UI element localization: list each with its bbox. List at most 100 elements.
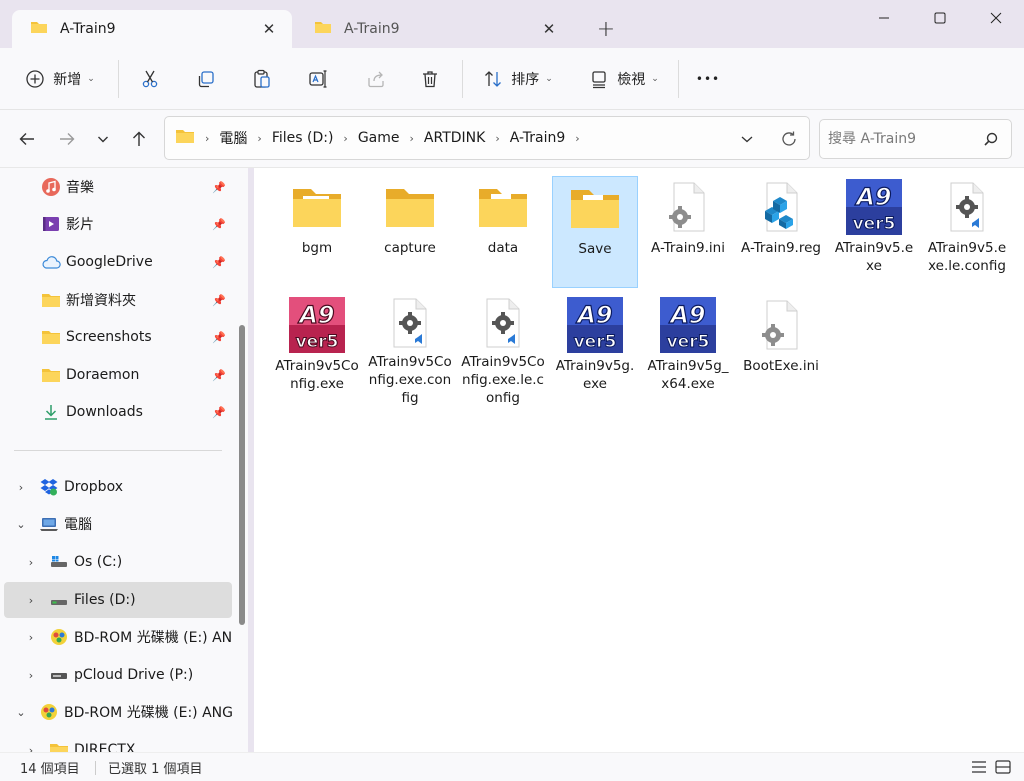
paste-button[interactable] <box>246 62 278 96</box>
chevron-right-icon[interactable]: › <box>22 744 40 753</box>
sidebar-item-googledrive[interactable]: GoogleDrive 📌 <box>4 244 232 280</box>
sidebar-item-pcloud-p[interactable]: › pCloud Drive (P:) <box>4 657 232 693</box>
view-button[interactable]: 檢視 ⌄ <box>584 62 664 96</box>
more-options-button[interactable]: ••• <box>692 62 724 96</box>
minimize-icon <box>879 17 889 19</box>
file-item-atrain9v5-exe-le-config[interactable]: ATrain9v5.exe.le.config <box>924 176 1010 288</box>
up-button[interactable] <box>124 124 154 154</box>
chevron-right-icon[interactable]: › <box>22 631 40 644</box>
file-name: A-Train9.ini <box>651 240 725 256</box>
scrollbar-thumb[interactable] <box>239 325 245 625</box>
view-label: 檢視 <box>617 72 646 88</box>
config-file-icon <box>939 179 995 235</box>
file-item-save[interactable]: Save <box>552 176 638 288</box>
file-item-data[interactable]: data <box>460 176 546 288</box>
rename-button[interactable] <box>302 62 334 96</box>
breadcrumb-item[interactable]: ARTDINK <box>424 130 485 146</box>
address-bar[interactable]: › 電腦 › Files (D:) › Game › ARTDINK › A-T… <box>164 116 810 160</box>
file-item-atrain9v5g-x64-exe[interactable]: A9 ver5 ATrain9v5g_x64.exe <box>645 294 731 406</box>
recent-locations-button[interactable] <box>88 124 118 154</box>
chevron-down-icon: ⌄ <box>545 74 553 84</box>
file-item-atrain9v5config-exe-config[interactable]: ATrain9v5Config.exe.config <box>367 294 453 406</box>
file-item-atrain9v5config-exe-le-config[interactable]: ATrain9v5Config.exe.le.config <box>460 294 546 406</box>
file-item-a-train9-ini[interactable]: A-Train9.ini <box>645 176 731 288</box>
sidebar-item-doraemon[interactable]: Doraemon 📌 <box>4 357 232 393</box>
copy-button[interactable] <box>190 62 222 96</box>
sidebar-item-bdrom-e[interactable]: › BD-ROM 光碟機 (E:) ANG <box>4 619 232 655</box>
pin-icon: 📌 <box>212 294 226 307</box>
file-item-a-train9-reg[interactable]: A-Train9.reg <box>738 176 824 288</box>
chevron-right-icon[interactable]: › <box>22 556 40 569</box>
forward-button[interactable] <box>52 124 82 154</box>
cut-button[interactable] <box>134 62 166 96</box>
sidebar-item-os-c[interactable]: › Os (C:) <box>4 544 232 580</box>
search-box[interactable] <box>819 119 1012 159</box>
close-icon[interactable]: ✕ <box>258 18 280 40</box>
maximize-button[interactable] <box>911 0 969 36</box>
share-button[interactable] <box>360 62 392 96</box>
minimize-button[interactable] <box>855 0 913 36</box>
breadcrumb-item[interactable]: 電腦 <box>219 128 247 148</box>
breadcrumb-separator[interactable]: › <box>257 132 261 145</box>
cloud-icon <box>40 251 62 273</box>
sidebar-item-label: Screenshots <box>66 329 152 345</box>
file-name: ATrain9v5.exe.le.config <box>927 240 1007 274</box>
file-name: ATrain9v5Config.exe <box>275 358 359 392</box>
breadcrumb-separator[interactable]: › <box>495 132 499 145</box>
address-history-button[interactable] <box>736 128 758 150</box>
sidebar-item-label: DIRECTX <box>74 742 136 752</box>
breadcrumb-item[interactable]: Files (D:) <box>272 130 334 146</box>
new-tab-button[interactable]: + <box>592 16 620 42</box>
sidebar-item-screenshots[interactable]: Screenshots 📌 <box>4 319 232 355</box>
registry-file-icon <box>753 179 809 235</box>
selection-count: 已選取 1 個項目 <box>108 762 203 777</box>
breadcrumb-item[interactable]: Game <box>358 130 400 146</box>
sidebar-item-downloads[interactable]: Downloads 📌 <box>4 394 232 430</box>
chevron-down-icon[interactable]: ⌄ <box>12 706 30 719</box>
breadcrumb-separator[interactable]: › <box>410 132 414 145</box>
divider <box>14 450 222 451</box>
close-window-button[interactable] <box>967 0 1024 36</box>
large-icons-view-button[interactable] <box>992 757 1014 777</box>
search-icon[interactable] <box>983 131 999 151</box>
back-button[interactable] <box>12 124 42 154</box>
tab-title: A-Train9 <box>344 21 400 37</box>
sidebar-item-directx[interactable]: › DIRECTX <box>4 732 232 752</box>
file-item-atrain9v5-exe[interactable]: A9 ver5 ATrain9v5.exe <box>831 176 917 288</box>
sidebar-item-files-d[interactable]: › Files (D:) <box>4 582 232 618</box>
search-input[interactable] <box>828 129 978 149</box>
breadcrumb-separator[interactable]: › <box>343 132 347 145</box>
navigation-pane: 音樂 📌 影片 📌 GoogleDrive 📌 新增資料夾 📌 Screensh… <box>0 168 248 752</box>
file-item-atrain9v5config-exe[interactable]: A9 ver5 ATrain9v5Config.exe <box>274 294 360 406</box>
title-bar: A-Train9 ✕ A-Train9 ✕ + <box>0 0 1024 48</box>
close-icon[interactable]: ✕ <box>538 18 560 40</box>
sidebar-item-videos[interactable]: 影片 📌 <box>4 206 232 242</box>
breadcrumb-separator[interactable]: › <box>575 132 579 145</box>
tab-a-train9[interactable]: A-Train9 ✕ <box>296 10 572 48</box>
sidebar-item-music[interactable]: 音樂 📌 <box>4 169 232 205</box>
breadcrumb-item[interactable]: A-Train9 <box>510 130 566 146</box>
delete-button[interactable] <box>414 62 446 96</box>
file-item-bgm[interactable]: bgm <box>274 176 360 288</box>
sidebar-item-new-folder[interactable]: 新增資料夾 📌 <box>4 282 232 318</box>
new-button[interactable]: 新增 ⌄ <box>18 62 102 96</box>
file-item-atrain9v5g-exe[interactable]: A9 ver5 ATrain9v5g.exe <box>552 294 638 406</box>
a9-logo-bottom: ver5 <box>853 214 896 234</box>
chevron-right-icon[interactable]: › <box>22 669 40 682</box>
file-name: data <box>487 240 519 256</box>
tab-a-train9-active[interactable]: A-Train9 ✕ <box>12 10 292 48</box>
sidebar-item-this-pc[interactable]: ⌄ 電腦 <box>4 506 232 542</box>
chevron-down-icon[interactable]: ⌄ <box>12 518 30 531</box>
pin-icon: 📌 <box>212 406 226 419</box>
sort-button[interactable]: 排序 ⌄ <box>478 62 558 96</box>
sidebar-item-bdrom-e-root[interactable]: ⌄ BD-ROM 光碟機 (E:) ANG <box>4 694 232 730</box>
refresh-button[interactable] <box>776 128 802 150</box>
file-item-capture[interactable]: capture <box>367 176 453 288</box>
details-view-button[interactable] <box>968 757 990 777</box>
folder-icon <box>40 364 62 386</box>
chevron-right-icon[interactable]: › <box>12 481 30 494</box>
share-icon <box>368 71 384 88</box>
sidebar-item-dropbox[interactable]: › Dropbox <box>4 469 232 505</box>
chevron-right-icon[interactable]: › <box>22 594 40 607</box>
file-item-bootexe-ini[interactable]: BootExe.ini <box>738 294 824 406</box>
